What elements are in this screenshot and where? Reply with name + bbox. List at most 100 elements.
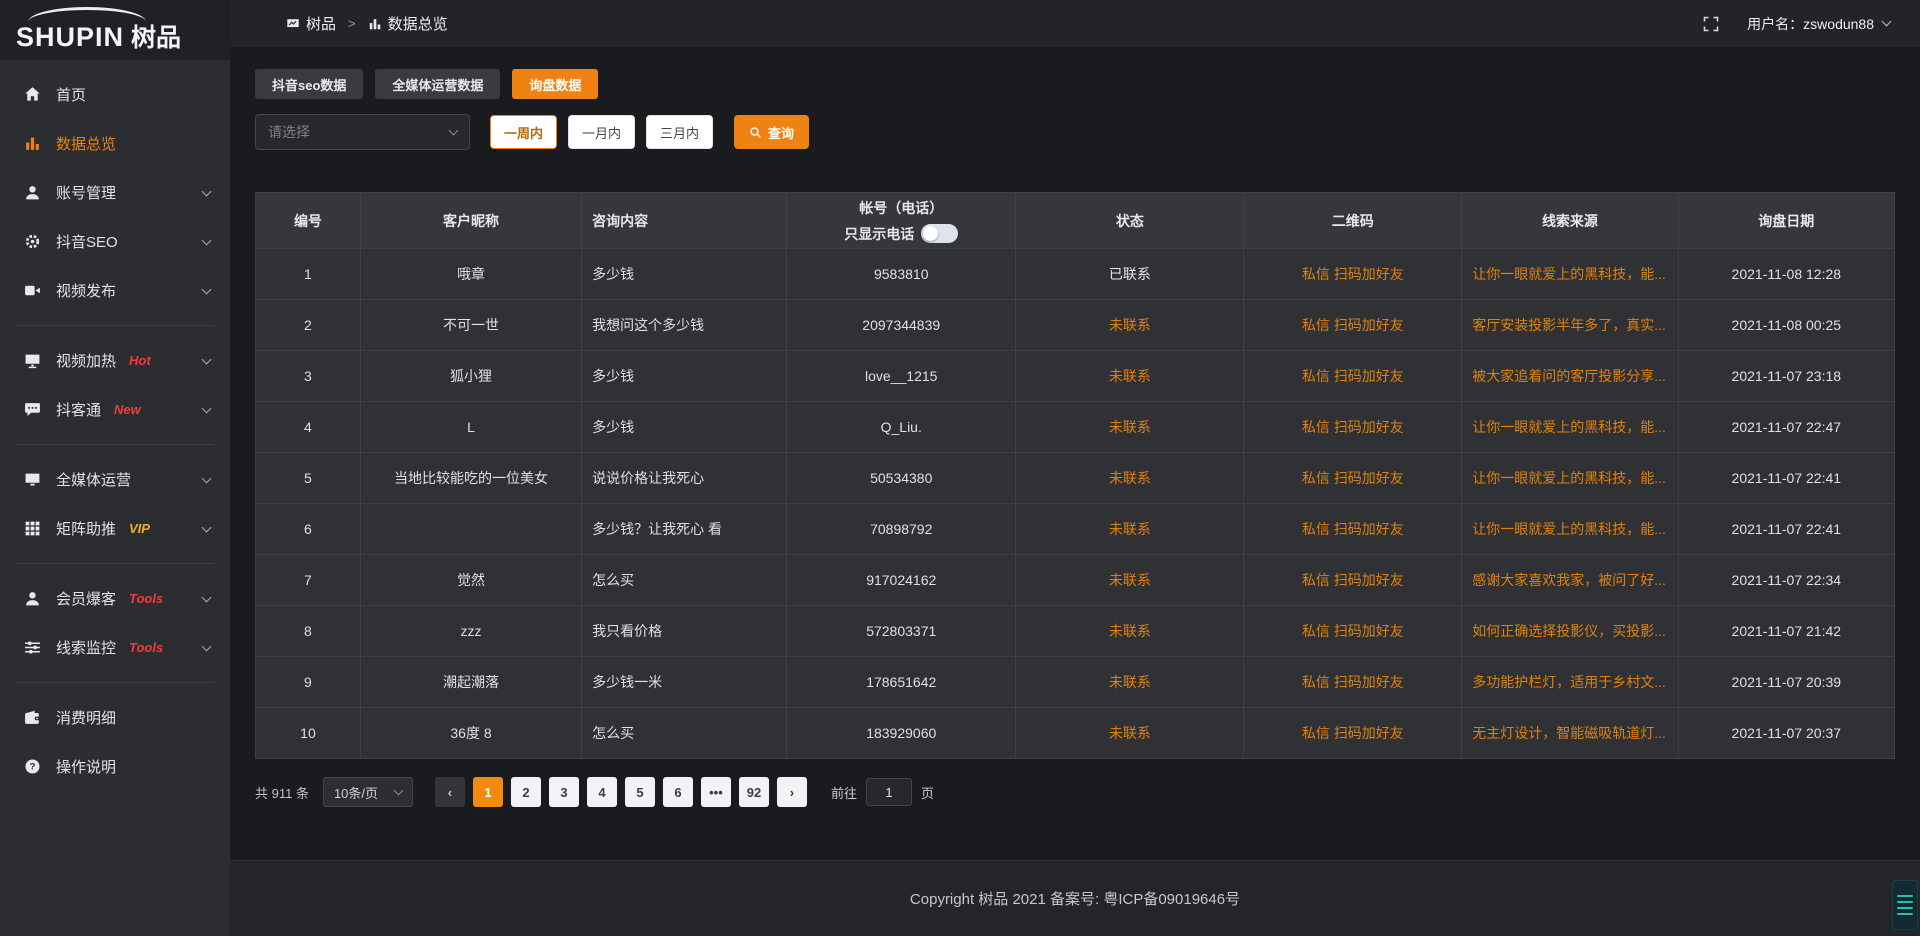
- bar-chart-icon: [24, 135, 41, 152]
- cell-status: 未联系: [1016, 657, 1244, 708]
- cell-source-link[interactable]: 无主灯设计，智能磁吸轨道灯...: [1462, 708, 1678, 759]
- cell-nickname: 觉然: [360, 555, 581, 606]
- page-more-button[interactable]: •••: [701, 777, 731, 807]
- cell-source-link[interactable]: 让你一眼就爱上的黑科技，能...: [1462, 249, 1678, 300]
- sidebar-item-video-heating[interactable]: 视频加热 Hot: [0, 336, 230, 385]
- sidebar-item-instructions[interactable]: ? 操作说明: [0, 742, 230, 791]
- cell-content: 我想问这个多少钱: [582, 300, 787, 351]
- logo-arc-decoration: [28, 7, 146, 22]
- cell-qrcode-link[interactable]: 私信 扫码加好友: [1244, 402, 1462, 453]
- floating-widget[interactable]: [1892, 880, 1918, 930]
- breadcrumb-root[interactable]: 树品: [286, 13, 336, 34]
- table-row: 8 zzz 我只看价格 572803371 未联系 私信 扫码加好友 如何正确选…: [256, 606, 1895, 657]
- cell-source-link[interactable]: 被大家追着问的客厅投影分享...: [1462, 351, 1678, 402]
- user-icon: [24, 590, 41, 607]
- phone-only-toggle[interactable]: [921, 224, 958, 243]
- cell-qrcode-link[interactable]: 私信 扫码加好友: [1244, 249, 1462, 300]
- page-button-3[interactable]: 3: [549, 777, 579, 807]
- logo-cn-text: 树品: [131, 18, 181, 54]
- cell-qrcode-link[interactable]: 私信 扫码加好友: [1244, 606, 1462, 657]
- page-button-1[interactable]: 1: [473, 777, 503, 807]
- fullscreen-icon[interactable]: [1703, 16, 1719, 32]
- cell-nickname: L: [360, 402, 581, 453]
- chevron-down-icon: [1882, 17, 1892, 27]
- cell-account: 50534380: [787, 453, 1016, 504]
- sidebar-item-lead-monitoring[interactable]: 线索监控 Tools: [0, 623, 230, 672]
- menu-divider: [16, 444, 214, 445]
- chevron-down-icon: [202, 284, 212, 294]
- cell-content: 怎么买: [582, 708, 787, 759]
- cell-id: 5: [256, 453, 361, 504]
- tab-omnimedia-data[interactable]: 全媒体运营数据: [375, 69, 500, 99]
- goto-page: 前往 页: [831, 778, 934, 806]
- page-button-4[interactable]: 4: [587, 777, 617, 807]
- period-week-button[interactable]: 一周内: [490, 115, 557, 149]
- cell-qrcode-link[interactable]: 私信 扫码加好友: [1244, 555, 1462, 606]
- prev-page-button[interactable]: ‹: [435, 777, 465, 807]
- sidebar-item-matrix-boost[interactable]: 矩阵助推 VIP: [0, 504, 230, 553]
- page-button-92[interactable]: 92: [739, 777, 769, 807]
- content-area: 抖音seo数据 全媒体运营数据 询盘数据 请选择 一周内 一月内 三月内 查询: [230, 47, 1920, 860]
- cell-date: 2021-11-07 23:18: [1678, 351, 1894, 402]
- cell-content: 说说价格让我死心: [582, 453, 787, 504]
- page-button-2[interactable]: 2: [511, 777, 541, 807]
- col-header-status: 状态: [1016, 193, 1244, 249]
- sidebar-item-data-overview[interactable]: 数据总览: [0, 119, 230, 168]
- cell-account: 2097344839: [787, 300, 1016, 351]
- breadcrumb-current[interactable]: 数据总览: [368, 13, 448, 34]
- page-button-5[interactable]: 5: [625, 777, 655, 807]
- next-page-button[interactable]: ›: [777, 777, 807, 807]
- cell-qrcode-link[interactable]: 私信 扫码加好友: [1244, 453, 1462, 504]
- cell-qrcode-link[interactable]: 私信 扫码加好友: [1244, 504, 1462, 555]
- sidebar-item-label: 会员爆客: [56, 588, 116, 609]
- cell-source-link[interactable]: 多功能护栏灯，适用于乡村文...: [1462, 657, 1678, 708]
- grid-icon: [24, 520, 41, 537]
- sidebar-item-omnimedia-operation[interactable]: 全媒体运营: [0, 455, 230, 504]
- sidebar-item-member-baoke[interactable]: 会员爆客 Tools: [0, 574, 230, 623]
- logo-latin-text: SHUPIN: [16, 22, 124, 53]
- sidebar-item-label: 视频发布: [56, 280, 116, 301]
- tab-inquiry-data[interactable]: 询盘数据: [512, 69, 598, 99]
- col-header-qrcode: 二维码: [1244, 193, 1462, 249]
- cell-content: 我只看价格: [582, 606, 787, 657]
- cell-qrcode-link[interactable]: 私信 扫码加好友: [1244, 708, 1462, 759]
- col-header-nickname: 客户昵称: [360, 193, 581, 249]
- cell-nickname: 狐小狸: [360, 351, 581, 402]
- cell-account: 178651642: [787, 657, 1016, 708]
- cell-id: 2: [256, 300, 361, 351]
- table-row: 9 潮起潮落 多少钱一米 178651642 未联系 私信 扫码加好友 多功能护…: [256, 657, 1895, 708]
- tab-douyin-seo-data[interactable]: 抖音seo数据: [255, 69, 363, 99]
- chevron-down-icon: [449, 125, 459, 135]
- page-button-6[interactable]: 6: [663, 777, 693, 807]
- page-size-select[interactable]: 10条/页: [323, 777, 413, 807]
- sidebar-item-consumption-details[interactable]: 消费明细: [0, 693, 230, 742]
- sidebar-item-video-publish[interactable]: 视频发布: [0, 266, 230, 315]
- cell-source-link[interactable]: 如何正确选择投影仪，买投影...: [1462, 606, 1678, 657]
- cell-content: 多少钱一米: [582, 657, 787, 708]
- table-row: 3 狐小狸 多少钱 love__1215 未联系 私信 扫码加好友 被大家追着问…: [256, 351, 1895, 402]
- sidebar-item-home[interactable]: 首页: [0, 70, 230, 119]
- cell-source-link[interactable]: 让你一眼就爱上的黑科技，能...: [1462, 453, 1678, 504]
- period-quarter-button[interactable]: 三月内: [646, 115, 713, 149]
- user-menu[interactable]: 用户名：zswodun88: [1747, 14, 1890, 34]
- sidebar-item-account-management[interactable]: 账号管理: [0, 168, 230, 217]
- cell-qrcode-link[interactable]: 私信 扫码加好友: [1244, 657, 1462, 708]
- cell-source-link[interactable]: 感谢大家喜欢我家，被问了好...: [1462, 555, 1678, 606]
- video-camera-icon: [24, 282, 41, 299]
- search-button[interactable]: 查询: [734, 115, 809, 149]
- cell-status: 未联系: [1016, 555, 1244, 606]
- cell-id: 1: [256, 249, 361, 300]
- menu-divider: [16, 563, 214, 564]
- cell-qrcode-link[interactable]: 私信 扫码加好友: [1244, 351, 1462, 402]
- cell-source-link[interactable]: 客厅安装投影半年多了，真实...: [1462, 300, 1678, 351]
- search-icon: [749, 126, 762, 139]
- cell-source-link[interactable]: 让你一眼就爱上的黑科技，能...: [1462, 504, 1678, 555]
- cell-source-link[interactable]: 让你一眼就爱上的黑科技，能...: [1462, 402, 1678, 453]
- sidebar-item-douyin-seo[interactable]: 抖音SEO: [0, 217, 230, 266]
- cell-qrcode-link[interactable]: 私信 扫码加好友: [1244, 300, 1462, 351]
- sidebar-item-douketong[interactable]: 抖客通 New: [0, 385, 230, 434]
- goto-page-input[interactable]: [866, 778, 912, 806]
- period-month-button[interactable]: 一月内: [568, 115, 635, 149]
- account-select[interactable]: 请选择: [255, 114, 470, 150]
- table-row: 4 L 多少钱 Q_Liu. 未联系 私信 扫码加好友 让你一眼就爱上的黑科技，…: [256, 402, 1895, 453]
